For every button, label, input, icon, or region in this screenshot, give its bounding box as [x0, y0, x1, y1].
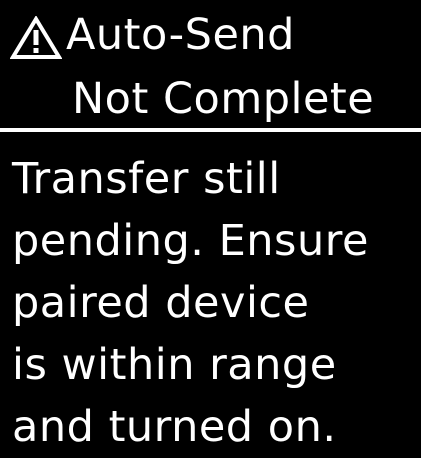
title-line-1: Auto-Send [66, 10, 295, 60]
screen-header: Auto-Send Not Complete [0, 0, 421, 128]
header-divider [0, 128, 421, 132]
title-line-2: Not Complete [72, 74, 375, 124]
device-screen: Auto-Send Not Complete Transfer still pe… [0, 0, 421, 454]
message-line-1: Transfer still [12, 154, 281, 204]
message-body: Transfer still pending. Ensure paired de… [12, 148, 412, 458]
warning-triangle-icon [9, 15, 63, 60]
message-line-4: is within range [12, 340, 337, 390]
message-line-2: pending. Ensure [12, 216, 369, 266]
message-line-5: and turned on. [12, 402, 337, 452]
message-line-3: paired device [12, 278, 310, 328]
